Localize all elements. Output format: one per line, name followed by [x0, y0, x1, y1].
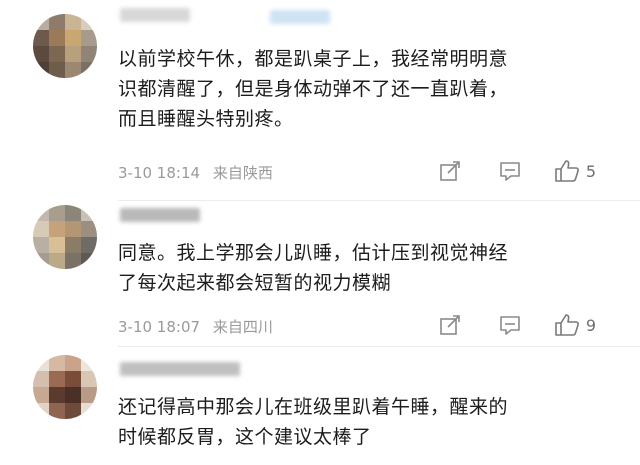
comment-actions: 9	[420, 310, 610, 340]
comment-meta: 3-10 18:07 来自四川	[118, 316, 281, 337]
comment-divider	[118, 200, 640, 201]
comment-actions: 5	[420, 156, 610, 186]
thumbs-up-icon	[555, 314, 579, 336]
comment-button[interactable]	[480, 310, 540, 340]
like-button[interactable]: 9	[540, 310, 610, 340]
like-count: 9	[585, 315, 597, 335]
share-icon	[440, 315, 460, 335]
username-blurred[interactable]	[120, 362, 240, 376]
comment-icon	[500, 316, 520, 335]
comment-date: 3-10 18:14	[118, 164, 201, 182]
like-button[interactable]: 5	[540, 156, 610, 186]
avatar[interactable]	[33, 205, 97, 269]
comment-location: 来自四川	[212, 318, 273, 336]
comment-location: 来自陕西	[212, 164, 273, 182]
comment-divider	[118, 346, 640, 347]
comment-meta: 3-10 18:14 来自陕西	[118, 162, 281, 183]
username-blurred[interactable]	[120, 8, 190, 22]
avatar[interactable]	[33, 14, 97, 78]
username-blurred[interactable]	[120, 208, 200, 222]
comment-date: 3-10 18:07	[118, 318, 201, 336]
comment-text: 同意。我上学那会儿趴睡，估计压到视觉神经 了每次起来都会短暂的视力模糊	[118, 242, 509, 294]
comment-button[interactable]	[480, 156, 540, 186]
comment-text: 以前学校午休，都是趴桌子上，我经常明明意 识都清醒了，但是身体动弹不了还一直趴着…	[118, 48, 509, 130]
share-icon	[440, 161, 460, 181]
share-button[interactable]	[420, 310, 480, 340]
avatar[interactable]	[33, 355, 97, 419]
thumbs-up-icon	[555, 160, 579, 182]
share-button[interactable]	[420, 156, 480, 186]
comment-icon	[500, 162, 520, 181]
username-blurred	[270, 10, 330, 24]
like-count: 5	[585, 161, 597, 181]
comment-text: 还记得高中那会儿在班级里趴着午睡，醒来的 时候都反胃，这个建议太棒了	[118, 396, 509, 448]
